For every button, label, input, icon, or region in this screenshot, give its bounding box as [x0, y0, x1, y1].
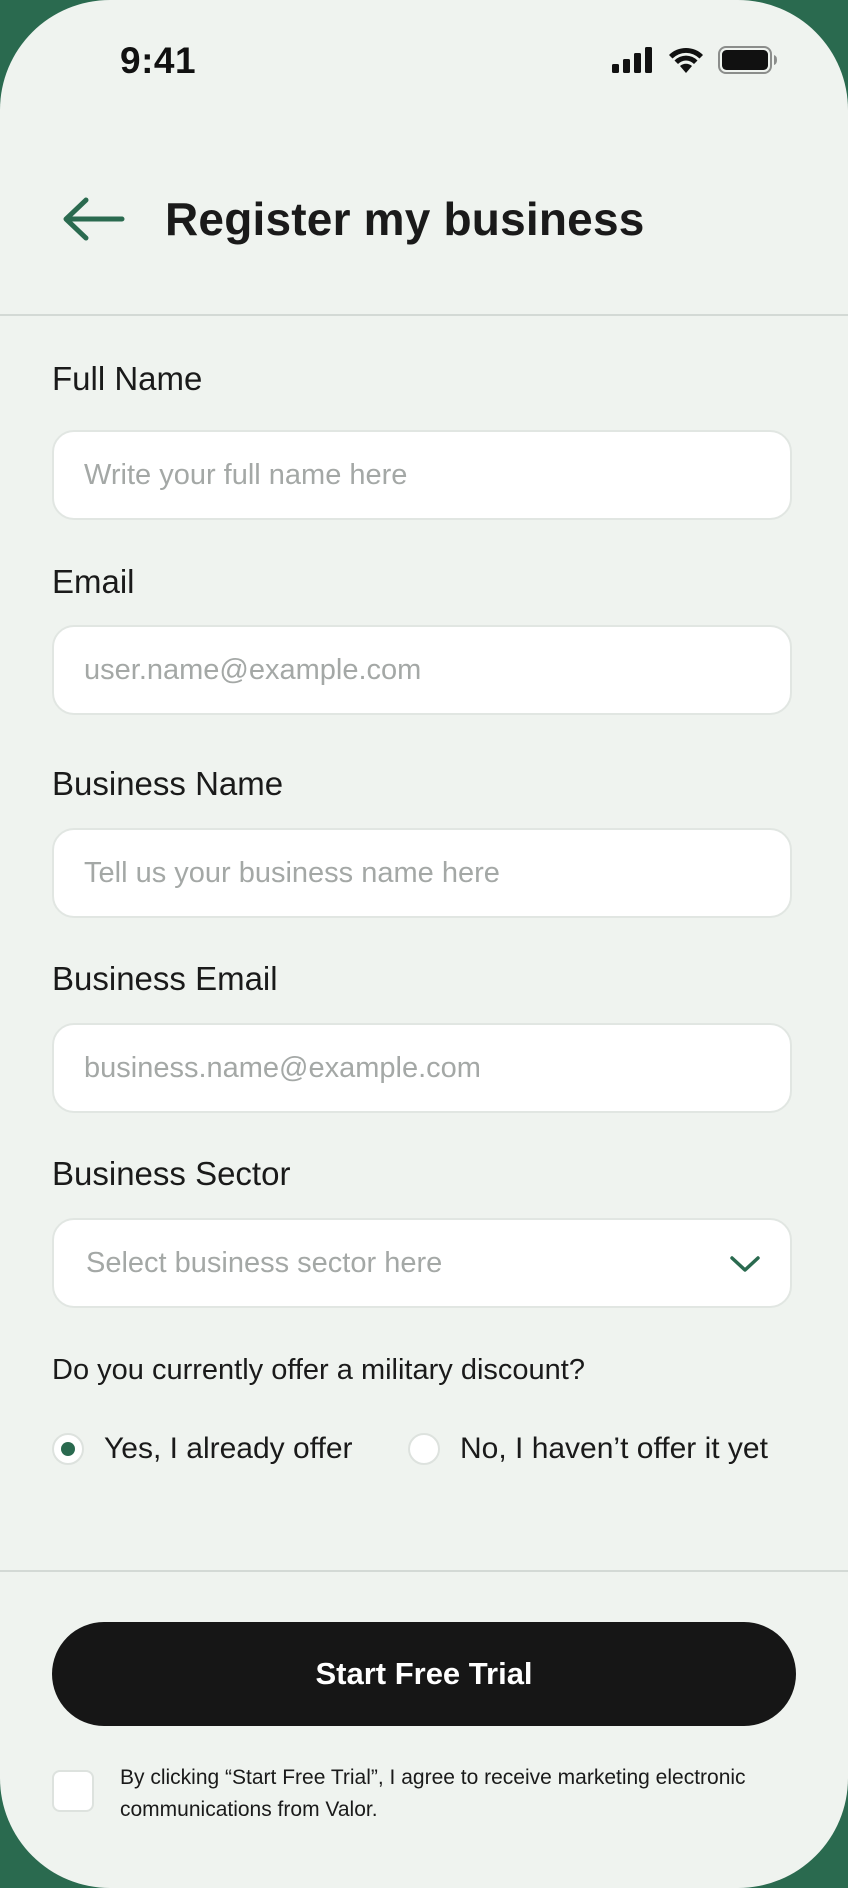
- full-name-field: [52, 430, 792, 520]
- email-input[interactable]: [84, 627, 764, 713]
- signal-icon: [612, 47, 652, 73]
- wifi-icon: [669, 47, 703, 73]
- consent-text: By clicking “Start Free Trial”, I agree …: [120, 1766, 746, 1821]
- radio-yes[interactable]: [52, 1433, 84, 1465]
- business-sector-placeholder: Select business sector here: [86, 1247, 443, 1279]
- full-name-label: Full Name: [52, 360, 203, 397]
- battery-icon: [718, 46, 777, 74]
- phone-screen: 9:41 Register my business Full Name Writ…: [0, 0, 848, 1888]
- radio-no-label[interactable]: No, I haven’t offer it yet: [460, 1432, 768, 1466]
- radio-yes-label[interactable]: Yes, I already offer: [104, 1432, 353, 1466]
- business-email-input[interactable]: [84, 1025, 764, 1111]
- status-bar: 9:41: [0, 0, 848, 124]
- page-header: Register my business: [0, 124, 848, 316]
- business-name-input[interactable]: [84, 830, 764, 916]
- chevron-down-icon: [730, 1256, 760, 1272]
- email-label: Email: [52, 563, 135, 600]
- arrow-left-icon: [63, 197, 125, 241]
- consent-checkbox[interactable]: [52, 1770, 94, 1812]
- status-icons: [612, 46, 778, 74]
- email-field: [52, 625, 792, 715]
- status-time: 9:41: [120, 40, 197, 81]
- military-discount-question: Do you currently offer a military discou…: [52, 1354, 585, 1386]
- page-title: Register my business: [165, 193, 645, 245]
- radio-no[interactable]: [408, 1433, 440, 1465]
- radio-option-no[interactable]: No, I haven’t offer it yet: [408, 1432, 768, 1466]
- business-email-field: [52, 1023, 792, 1113]
- business-sector-label: Business Sector: [52, 1155, 291, 1192]
- business-name-field: [52, 828, 792, 918]
- footer-divider: [0, 1570, 848, 1572]
- business-name-label: Business Name: [52, 765, 284, 802]
- full-name-input[interactable]: [84, 432, 764, 518]
- business-sector-select[interactable]: Select business sector here: [52, 1218, 792, 1308]
- back-button[interactable]: [60, 194, 126, 244]
- radio-option-yes[interactable]: Yes, I already offer: [52, 1432, 353, 1466]
- start-free-trial-button[interactable]: Start Free Trial: [52, 1622, 796, 1726]
- business-email-label: Business Email: [52, 960, 278, 997]
